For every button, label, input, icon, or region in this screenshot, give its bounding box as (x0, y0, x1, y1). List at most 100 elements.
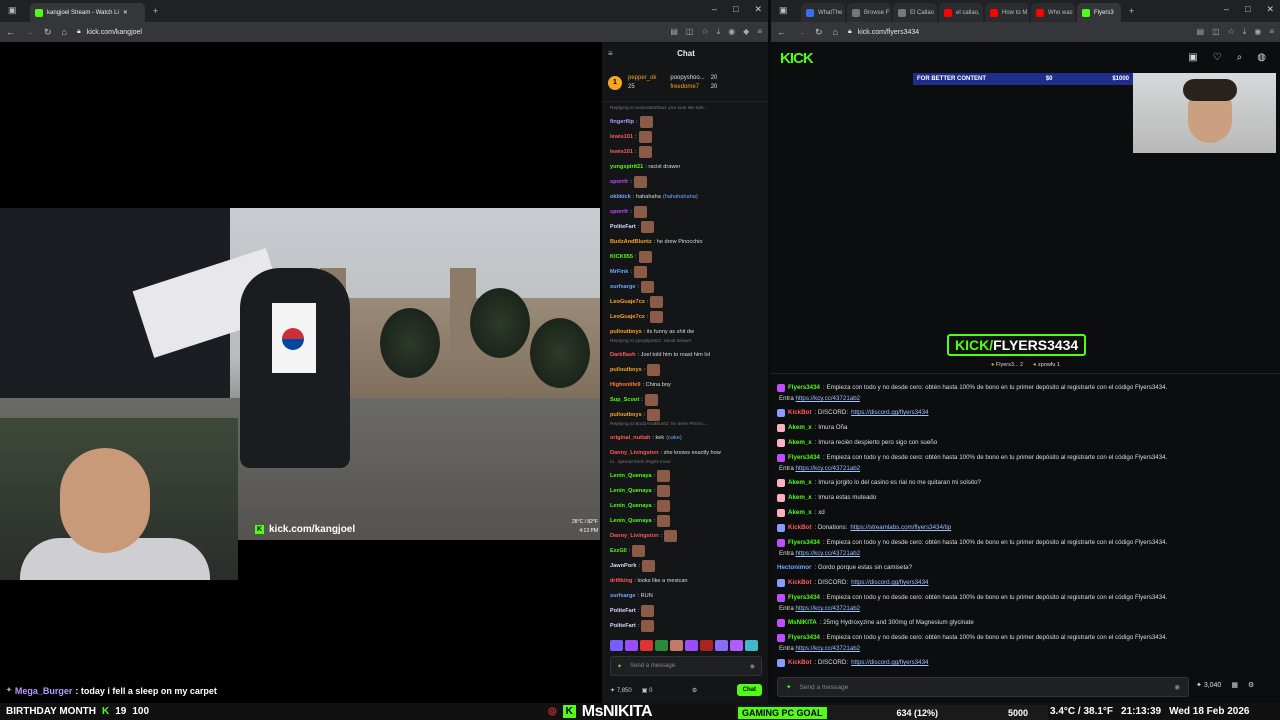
forward-icon[interactable]: → (25, 27, 34, 37)
chat-message[interactable]: lewis101: (610, 129, 764, 144)
chat-message[interactable]: Danny_Livingston: she knows exactly how (610, 445, 764, 460)
chat-username[interactable]: Sup_Scoot (610, 397, 639, 403)
browser-tab[interactable]: WhatThe (801, 3, 845, 22)
chat-username[interactable]: Flyers3434 (788, 594, 820, 601)
emote-icon[interactable] (670, 640, 683, 651)
chat-message[interactable]: Lenin_Quenaya: (610, 513, 764, 528)
chat-username[interactable]: fingerflip (610, 119, 634, 125)
chat-link[interactable]: https://kcy.cc/43721ab2 (796, 645, 861, 652)
chat-link[interactable]: https://kcy.cc/43721ab2 (796, 395, 861, 402)
chat-message[interactable]: Flyers3434: Empieza con todo y no desde … (777, 535, 1267, 550)
chat-message[interactable]: Highonlife9: China boy (610, 377, 764, 392)
chat-username[interactable]: surfsarge (610, 593, 636, 599)
chat-username[interactable]: KICK955 (610, 254, 633, 260)
chat-username[interactable]: KickBot (788, 524, 811, 531)
chat-message[interactable]: KickBot: DISCORD: https://discord.gg/flye… (777, 655, 1267, 670)
minimize-icon[interactable]: – (712, 4, 717, 15)
avatar[interactable]: ◍ (1257, 52, 1266, 63)
reader-icon[interactable]: ▤ (1197, 27, 1205, 37)
chat-input[interactable]: ✦ Send a message ◉ (610, 656, 762, 676)
emote-icon[interactable] (745, 640, 758, 651)
close-window-icon[interactable]: ✕ (754, 4, 762, 15)
chat-username[interactable]: surfsarge (610, 284, 636, 290)
chat-message[interactable]: sporrfr: (610, 204, 764, 219)
chat-username[interactable]: Lenin_Quenaya (610, 503, 652, 509)
kick-logo[interactable]: KICK (780, 50, 814, 67)
chat-link[interactable]: https://kcy.cc/43721ab2 (796, 605, 861, 612)
emote-icon[interactable] (640, 640, 653, 651)
download-icon[interactable]: ⤓ (1243, 27, 1247, 37)
chat-username[interactable]: Lenin_Quenaya (610, 488, 652, 494)
chat-username[interactable]: MrFink (610, 269, 628, 275)
chat-message[interactable]: MrFink: (610, 264, 764, 279)
chat-message[interactable]: Akem_x: Imura Oña (777, 420, 1267, 435)
reader-icon[interactable]: ▤ (670, 27, 678, 37)
emote-icon[interactable] (610, 640, 623, 651)
chat-username[interactable]: Akem_x (788, 494, 812, 501)
timer-icon[interactable]: ◉ (750, 663, 755, 670)
chat-username[interactable]: EzzG0 (610, 548, 627, 554)
emoji-icon[interactable]: ✦ (786, 683, 791, 691)
chat-username[interactable]: KickBot (788, 579, 811, 586)
chat-username[interactable]: PoliteFart (610, 608, 636, 614)
url-field[interactable]: 🔒︎ kick.com/kangjoel (77, 25, 660, 40)
settings-icon[interactable]: ⚙ (1248, 681, 1254, 689)
chat-username[interactable]: PoliteFart (610, 623, 636, 629)
chat-message[interactable]: Lenin_Quenaya: (610, 483, 764, 498)
download-icon[interactable]: ⤓ (717, 27, 721, 37)
chat-username[interactable]: pulloutboys (610, 367, 642, 373)
chat-message[interactable]: LeoGuaje7cx: (610, 309, 764, 324)
chat-message[interactable]: Akem_x: Imura jorgito lo del casino es r… (777, 475, 1267, 490)
chat-message[interactable]: PoliteFart: (610, 618, 764, 633)
chat-message[interactable]: yungspirit21: racist drawer (610, 159, 764, 174)
timer-icon[interactable]: ◉ (1174, 683, 1180, 691)
top-gifter-name[interactable]: pepper_ok (628, 75, 656, 81)
chat-message[interactable]: Darkflash: Joel told him to roast him lo… (610, 347, 764, 362)
new-tab-icon[interactable]: + (1129, 6, 1134, 16)
emoji-icon[interactable]: ✦ (617, 663, 622, 670)
menu-icon[interactable]: ≡ (1269, 27, 1274, 37)
chat-message[interactable]: MsNIKITA: 25mg Hydroxyzine and 300mg of … (777, 615, 1267, 630)
sidebar-toggle-icon[interactable]: ▣ (779, 5, 788, 16)
chat-message[interactable]: Flyers3434: Empieza con todo y no desde … (777, 380, 1267, 395)
gift-counter[interactable]: ▣ 0 (642, 687, 653, 694)
gifter-name[interactable]: poopyshoo... (670, 75, 704, 81)
close-window-icon[interactable]: ✕ (1266, 4, 1274, 15)
chat-message[interactable]: KickBot: DISCORD: https://discord.gg/flye… (777, 575, 1267, 590)
points-display[interactable]: ✦ 3,040 (1196, 681, 1221, 689)
back-icon[interactable]: ← (6, 27, 15, 37)
chat-message[interactable]: KICK955: (610, 249, 764, 264)
chat-message[interactable]: Flyers3434: Empieza con todo y no desde … (777, 590, 1267, 605)
chat-username[interactable]: Flyers3434 (788, 539, 820, 546)
emote-icon[interactable] (700, 640, 713, 651)
reload-icon[interactable]: ↻ (44, 27, 52, 38)
emote-icon[interactable] (715, 640, 728, 651)
chat-message[interactable]: Akem_x: xd (777, 505, 1267, 520)
chat-username[interactable]: Flyers3434 (788, 454, 820, 461)
new-tab-icon[interactable]: + (153, 6, 158, 16)
browser-tab[interactable]: Flyers3 (1077, 3, 1121, 22)
calendar-icon[interactable]: ▦ (1231, 681, 1238, 689)
chat-username[interactable]: KickBot (788, 409, 811, 416)
chat-username[interactable]: sporrfr (610, 179, 628, 185)
chat-message[interactable]: pulloutboys: its funny as shit dw (610, 324, 764, 339)
gifter-name[interactable]: freedome7 (670, 84, 704, 90)
chat-link[interactable]: https://discord.gg/flyers3434 (851, 659, 928, 666)
menu-icon[interactable]: ≡ (757, 27, 762, 37)
chat-username[interactable]: Lenin_Quenaya (610, 473, 652, 479)
chat-message[interactable]: Danny_Livingston: (610, 528, 764, 543)
chat-username[interactable]: PoliteFart (610, 224, 636, 230)
screenshot-icon[interactable]: ◫ (1212, 27, 1220, 37)
chat-message[interactable]: EzzG0: (610, 543, 764, 558)
chat-link[interactable]: https://kcy.cc/43721ab2 (796, 465, 861, 472)
chat-message[interactable]: Flyers3434: Empieza con todo y no desde … (777, 450, 1267, 465)
chat-message[interactable]: PoliteFart: (610, 219, 764, 234)
settings-icon[interactable]: ⚙ (692, 687, 697, 694)
star-icon[interactable]: ☆ (1228, 27, 1235, 37)
chat-username[interactable]: sporrfr (610, 209, 628, 215)
chat-message[interactable]: original_nuttah: kek (cake) (610, 430, 764, 445)
back-icon[interactable]: ← (777, 27, 786, 37)
chat-message[interactable]: pulloutboys: (610, 407, 764, 422)
extension-icon[interactable]: ◉ (728, 27, 735, 37)
chat-username[interactable]: original_nuttah (610, 435, 650, 441)
